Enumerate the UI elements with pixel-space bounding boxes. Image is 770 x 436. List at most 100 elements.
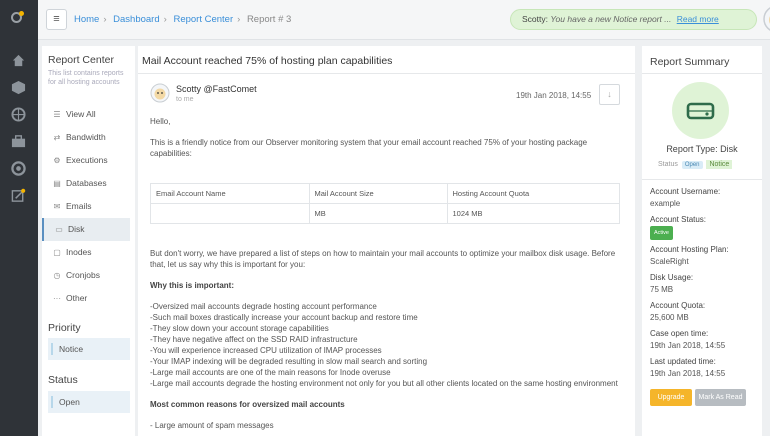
list-item: -Large mail accounts are one of the main… xyxy=(150,368,391,377)
nav-label: Cronjobs xyxy=(66,270,101,280)
why-heading: Why this is important: xyxy=(150,281,234,290)
priority-value: Notice xyxy=(59,344,84,354)
database-icon: ▤ xyxy=(53,179,61,188)
message-date: 19th Jan 2018, 14:55 xyxy=(516,91,592,100)
intro-text: This is a friendly notice from our Obser… xyxy=(150,138,588,158)
inodes-icon: ▢ xyxy=(53,248,61,257)
list-item: -They slow down your account storage cap… xyxy=(150,324,329,333)
priority-filter[interactable]: Notice xyxy=(48,338,130,360)
nav-item-disk[interactable]: ▭ Disk xyxy=(42,218,130,241)
list-item: -Large mail accounts degrade the hosting… xyxy=(150,379,618,388)
nav-item-inodes[interactable]: ▢ Inodes xyxy=(42,241,135,264)
field-label: Case open time: xyxy=(650,329,709,338)
table-cell xyxy=(150,203,310,224)
divider xyxy=(642,179,762,180)
field-value: ScaleRight xyxy=(650,257,689,266)
table-header: Mail Account Size xyxy=(308,183,448,204)
recipient: to me xyxy=(176,96,194,103)
nav-item-emails[interactable]: ✉ Emails xyxy=(42,195,135,218)
more-icon: ··· xyxy=(53,294,61,303)
box-icon[interactable] xyxy=(11,80,26,95)
arrow-down-icon: ↓ xyxy=(607,89,612,99)
table-header: Email Account Name xyxy=(150,183,310,204)
astronaut-avatar[interactable] xyxy=(762,4,770,36)
usage-table: Email Account Name Mail Account Size Hos… xyxy=(150,183,621,224)
table-cell: 1024 MB xyxy=(446,203,621,224)
reports-icon[interactable] xyxy=(11,188,26,203)
status-value: Open xyxy=(59,397,80,407)
briefcase-icon[interactable] xyxy=(11,134,26,149)
account-details: Account Username: example Account Status… xyxy=(650,186,760,384)
table-cell: MB xyxy=(308,203,448,224)
status-filter[interactable]: Open xyxy=(48,391,130,413)
nav-label: Databases xyxy=(66,178,107,188)
list-item: -You will experience increased CPU utili… xyxy=(150,346,382,355)
field-label: Account Hosting Plan: xyxy=(650,245,729,254)
status-badge: Open xyxy=(681,161,703,169)
list-item: -Your IMAP indexing will be degraded res… xyxy=(150,357,428,366)
status-heading: Status xyxy=(48,374,78,386)
download-button[interactable]: ↓ xyxy=(599,84,620,105)
read-more-link[interactable]: Read more xyxy=(677,14,719,24)
list-icon: ☰ xyxy=(53,110,61,119)
message-body: Hello, This is a friendly notice from ou… xyxy=(150,116,620,169)
field-label: Last updated time: xyxy=(650,357,716,366)
breadcrumb-separator: › xyxy=(163,14,167,25)
nav-label: Bandwidth xyxy=(66,132,106,142)
report-summary-panel: Report Summary Report Type: Disk Status … xyxy=(642,46,762,436)
nav-item-databases[interactable]: ▤ Databases xyxy=(42,172,135,195)
nav-label: Other xyxy=(66,293,88,303)
globe-icon[interactable] xyxy=(11,107,26,122)
field-value: 75 MB xyxy=(650,285,674,294)
field-value: Active xyxy=(650,226,760,240)
breadcrumb-report-center[interactable]: Report Center xyxy=(173,14,233,25)
nav-label: Inodes xyxy=(66,247,92,257)
priority-badge: Notice xyxy=(706,160,733,169)
notice-banner: Scotty: You have a new Notice report ...… xyxy=(510,9,757,30)
priority-heading: Priority xyxy=(48,322,81,334)
disk-icon xyxy=(672,82,729,139)
nav-label: Emails xyxy=(66,201,92,211)
nav-item-cronjobs[interactable]: ◷ Cronjobs xyxy=(42,264,135,287)
breadcrumb-home[interactable]: Home xyxy=(74,14,99,25)
field-label: Account Quota: xyxy=(650,301,706,310)
notice-sender: Scotty: xyxy=(522,14,548,24)
logo-icon[interactable] xyxy=(8,9,28,29)
table-row: MB 1024 MB xyxy=(150,203,621,224)
list-item: -They have negative affect on the SSD RA… xyxy=(150,335,358,344)
field-value: 25,600 MB xyxy=(650,313,689,322)
message-panel: Mail Account reached 75% of hosting plan… xyxy=(138,46,635,436)
divider xyxy=(642,73,762,74)
sender-avatar xyxy=(150,83,170,105)
panel-description: This list contains reports for all hosti… xyxy=(48,70,124,86)
status-label: Status xyxy=(658,161,678,168)
nav-label: Executions xyxy=(66,155,108,165)
breadcrumb-dashboard[interactable]: Dashboard xyxy=(113,14,159,25)
app-rail xyxy=(0,0,38,436)
breadcrumb-separator: › xyxy=(103,14,107,25)
support-icon[interactable] xyxy=(11,161,26,176)
cron-icon: ◷ xyxy=(53,271,61,280)
message-title: Mail Account reached 75% of hosting plan… xyxy=(142,55,393,67)
nav-item-executions[interactable]: ⚙ Executions xyxy=(42,149,135,172)
field-value: example xyxy=(650,199,681,208)
disk-icon: ▭ xyxy=(55,225,63,234)
field-value: 19th Jan 2018, 14:55 xyxy=(650,369,726,378)
top-bar: ≡ Home › Dashboard › Report Center › Report… xyxy=(38,0,770,40)
field-label: Account Username: xyxy=(650,187,721,196)
field-label: Account Status: xyxy=(650,215,707,224)
nav-item-bandwidth[interactable]: ⇄ Bandwidth xyxy=(42,126,135,149)
upgrade-button[interactable]: Upgrade xyxy=(650,389,692,406)
home-icon[interactable] xyxy=(11,53,26,68)
report-center-panel: Report Center This list contains reports… xyxy=(42,46,135,436)
nav-item-other[interactable]: ··· Other xyxy=(42,287,135,310)
breadcrumb: Home › Dashboard › Report Center › Report #… xyxy=(74,14,291,25)
list-item: -Such mail boxes drastically increase yo… xyxy=(150,313,418,322)
nav-item-view-all[interactable]: ☰ View All xyxy=(42,103,135,126)
list-item: -Oversized mail accounts degrade hosting… xyxy=(150,302,377,311)
panel-title: Report Center xyxy=(48,54,114,66)
hamburger-icon[interactable]: ≡ xyxy=(46,9,67,30)
active-badge: Active xyxy=(650,226,673,240)
divider xyxy=(138,73,635,74)
mark-as-read-button[interactable]: Mark As Read xyxy=(695,389,746,406)
